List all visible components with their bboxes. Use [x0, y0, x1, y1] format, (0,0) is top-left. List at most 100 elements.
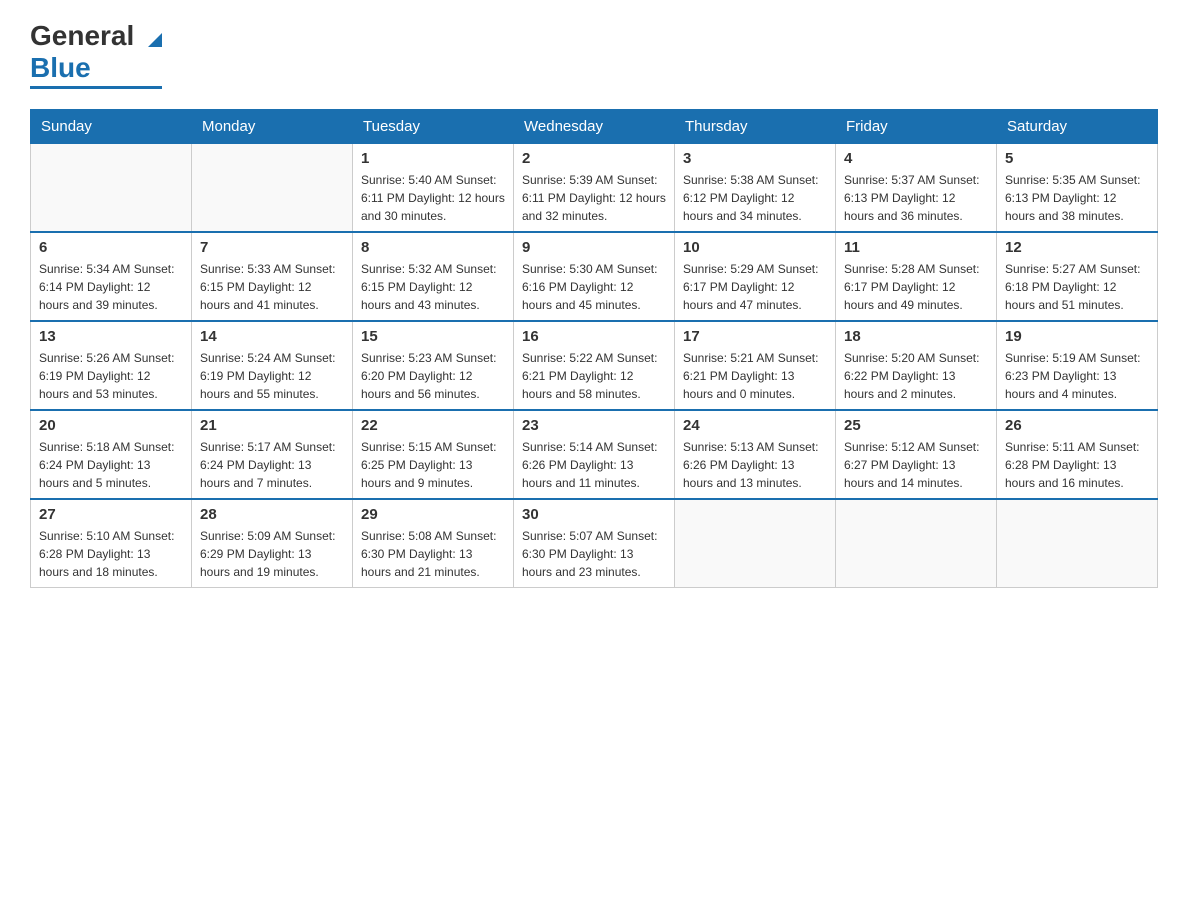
calendar-cell: 2 Sunrise: 5:39 AM Sunset: 6:11 PM Daylig…: [514, 144, 675, 233]
day-number: 19: [1005, 328, 1149, 345]
day-info: Sunrise: 5:23 AM Sunset: 6:20 PM Dayligh…: [361, 349, 505, 403]
day-info: Sunrise: 5:27 AM Sunset: 6:18 PM Dayligh…: [1005, 260, 1149, 314]
calendar-cell: 13 Sunrise: 5:26 AM Sunset: 6:19 PM Dayli…: [31, 321, 192, 410]
day-header-sunday: Sunday: [31, 110, 192, 144]
day-info: Sunrise: 5:17 AM Sunset: 6:24 PM Dayligh…: [200, 438, 344, 492]
calendar-cell: 10 Sunrise: 5:29 AM Sunset: 6:17 PM Dayli…: [675, 232, 836, 321]
day-number: 15: [361, 328, 505, 345]
day-info: Sunrise: 5:09 AM Sunset: 6:29 PM Dayligh…: [200, 527, 344, 581]
day-info: Sunrise: 5:19 AM Sunset: 6:23 PM Dayligh…: [1005, 349, 1149, 403]
day-header-thursday: Thursday: [675, 110, 836, 144]
calendar-table: SundayMondayTuesdayWednesdayThursdayFrid…: [30, 109, 1158, 588]
calendar-cell: 5 Sunrise: 5:35 AM Sunset: 6:13 PM Daylig…: [997, 144, 1158, 233]
calendar-header-row: SundayMondayTuesdayWednesdayThursdayFrid…: [31, 110, 1158, 144]
day-info: Sunrise: 5:26 AM Sunset: 6:19 PM Dayligh…: [39, 349, 183, 403]
day-number: 6: [39, 239, 183, 256]
calendar-cell: [192, 144, 353, 233]
calendar-cell: [31, 144, 192, 233]
day-header-tuesday: Tuesday: [353, 110, 514, 144]
calendar-cell: 16 Sunrise: 5:22 AM Sunset: 6:21 PM Dayli…: [514, 321, 675, 410]
day-number: 27: [39, 506, 183, 523]
calendar-cell: [836, 499, 997, 588]
day-number: 29: [361, 506, 505, 523]
day-info: Sunrise: 5:34 AM Sunset: 6:14 PM Dayligh…: [39, 260, 183, 314]
logo: General Blue: [30, 20, 162, 89]
calendar-cell: 6 Sunrise: 5:34 AM Sunset: 6:14 PM Daylig…: [31, 232, 192, 321]
calendar-cell: 29 Sunrise: 5:08 AM Sunset: 6:30 PM Dayli…: [353, 499, 514, 588]
day-number: 20: [39, 417, 183, 434]
calendar-cell: 8 Sunrise: 5:32 AM Sunset: 6:15 PM Daylig…: [353, 232, 514, 321]
day-info: Sunrise: 5:39 AM Sunset: 6:11 PM Dayligh…: [522, 171, 666, 225]
day-header-monday: Monday: [192, 110, 353, 144]
day-info: Sunrise: 5:35 AM Sunset: 6:13 PM Dayligh…: [1005, 171, 1149, 225]
day-info: Sunrise: 5:32 AM Sunset: 6:15 PM Dayligh…: [361, 260, 505, 314]
page-header: General Blue: [30, 20, 1158, 89]
day-number: 14: [200, 328, 344, 345]
day-info: Sunrise: 5:24 AM Sunset: 6:19 PM Dayligh…: [200, 349, 344, 403]
day-number: 7: [200, 239, 344, 256]
day-number: 26: [1005, 417, 1149, 434]
day-number: 2: [522, 150, 666, 167]
calendar-cell: 17 Sunrise: 5:21 AM Sunset: 6:21 PM Dayli…: [675, 321, 836, 410]
day-info: Sunrise: 5:12 AM Sunset: 6:27 PM Dayligh…: [844, 438, 988, 492]
calendar-cell: [675, 499, 836, 588]
logo-blue: Blue: [30, 52, 91, 84]
day-info: Sunrise: 5:28 AM Sunset: 6:17 PM Dayligh…: [844, 260, 988, 314]
calendar-cell: 27 Sunrise: 5:10 AM Sunset: 6:28 PM Dayli…: [31, 499, 192, 588]
day-info: Sunrise: 5:10 AM Sunset: 6:28 PM Dayligh…: [39, 527, 183, 581]
calendar-cell: 24 Sunrise: 5:13 AM Sunset: 6:26 PM Dayli…: [675, 410, 836, 499]
day-info: Sunrise: 5:15 AM Sunset: 6:25 PM Dayligh…: [361, 438, 505, 492]
day-info: Sunrise: 5:37 AM Sunset: 6:13 PM Dayligh…: [844, 171, 988, 225]
calendar-cell: 22Sunrise: 5:15 AM Sunset: 6:25 PM Dayli…: [353, 410, 514, 499]
day-header-saturday: Saturday: [997, 110, 1158, 144]
calendar-cell: 19 Sunrise: 5:19 AM Sunset: 6:23 PM Dayli…: [997, 321, 1158, 410]
calendar-cell: 21Sunrise: 5:17 AM Sunset: 6:24 PM Dayli…: [192, 410, 353, 499]
calendar-cell: 4Sunrise: 5:37 AM Sunset: 6:13 PM Daylig…: [836, 144, 997, 233]
calendar-week-row: 1 Sunrise: 5:40 AM Sunset: 6:11 PM Daylig…: [31, 144, 1158, 233]
day-number: 28: [200, 506, 344, 523]
calendar-cell: 30 Sunrise: 5:07 AM Sunset: 6:30 PM Dayli…: [514, 499, 675, 588]
calendar-cell: 7Sunrise: 5:33 AM Sunset: 6:15 PM Daylig…: [192, 232, 353, 321]
day-info: Sunrise: 5:08 AM Sunset: 6:30 PM Dayligh…: [361, 527, 505, 581]
day-info: Sunrise: 5:20 AM Sunset: 6:22 PM Dayligh…: [844, 349, 988, 403]
day-number: 8: [361, 239, 505, 256]
day-info: Sunrise: 5:38 AM Sunset: 6:12 PM Dayligh…: [683, 171, 827, 225]
calendar-cell: 12Sunrise: 5:27 AM Sunset: 6:18 PM Dayli…: [997, 232, 1158, 321]
day-number: 13: [39, 328, 183, 345]
calendar-week-row: 6 Sunrise: 5:34 AM Sunset: 6:14 PM Daylig…: [31, 232, 1158, 321]
calendar-cell: 23Sunrise: 5:14 AM Sunset: 6:26 PM Dayli…: [514, 410, 675, 499]
day-info: Sunrise: 5:21 AM Sunset: 6:21 PM Dayligh…: [683, 349, 827, 403]
calendar-cell: 15 Sunrise: 5:23 AM Sunset: 6:20 PM Dayli…: [353, 321, 514, 410]
calendar-cell: 26 Sunrise: 5:11 AM Sunset: 6:28 PM Dayli…: [997, 410, 1158, 499]
day-info: Sunrise: 5:30 AM Sunset: 6:16 PM Dayligh…: [522, 260, 666, 314]
day-number: 3: [683, 150, 827, 167]
calendar-week-row: 13 Sunrise: 5:26 AM Sunset: 6:19 PM Dayli…: [31, 321, 1158, 410]
day-number: 16: [522, 328, 666, 345]
day-info: Sunrise: 5:29 AM Sunset: 6:17 PM Dayligh…: [683, 260, 827, 314]
calendar-cell: 14 Sunrise: 5:24 AM Sunset: 6:19 PM Dayli…: [192, 321, 353, 410]
day-number: 5: [1005, 150, 1149, 167]
day-number: 23: [522, 417, 666, 434]
calendar-cell: 11 Sunrise: 5:28 AM Sunset: 6:17 PM Dayli…: [836, 232, 997, 321]
day-number: 17: [683, 328, 827, 345]
calendar-week-row: 27 Sunrise: 5:10 AM Sunset: 6:28 PM Dayli…: [31, 499, 1158, 588]
day-info: Sunrise: 5:13 AM Sunset: 6:26 PM Dayligh…: [683, 438, 827, 492]
day-info: Sunrise: 5:07 AM Sunset: 6:30 PM Dayligh…: [522, 527, 666, 581]
day-info: Sunrise: 5:40 AM Sunset: 6:11 PM Dayligh…: [361, 171, 505, 225]
calendar-cell: 9 Sunrise: 5:30 AM Sunset: 6:16 PM Daylig…: [514, 232, 675, 321]
calendar-cell: 1 Sunrise: 5:40 AM Sunset: 6:11 PM Daylig…: [353, 144, 514, 233]
day-number: 18: [844, 328, 988, 345]
calendar-cell: 20Sunrise: 5:18 AM Sunset: 6:24 PM Dayli…: [31, 410, 192, 499]
day-number: 11: [844, 239, 988, 256]
calendar-cell: 3 Sunrise: 5:38 AM Sunset: 6:12 PM Daylig…: [675, 144, 836, 233]
day-number: 9: [522, 239, 666, 256]
calendar-cell: 28 Sunrise: 5:09 AM Sunset: 6:29 PM Dayli…: [192, 499, 353, 588]
day-info: Sunrise: 5:22 AM Sunset: 6:21 PM Dayligh…: [522, 349, 666, 403]
calendar-week-row: 20Sunrise: 5:18 AM Sunset: 6:24 PM Dayli…: [31, 410, 1158, 499]
day-number: 10: [683, 239, 827, 256]
day-info: Sunrise: 5:11 AM Sunset: 6:28 PM Dayligh…: [1005, 438, 1149, 492]
calendar-cell: 18 Sunrise: 5:20 AM Sunset: 6:22 PM Dayli…: [836, 321, 997, 410]
day-number: 1: [361, 150, 505, 167]
day-number: 30: [522, 506, 666, 523]
day-number: 24: [683, 417, 827, 434]
